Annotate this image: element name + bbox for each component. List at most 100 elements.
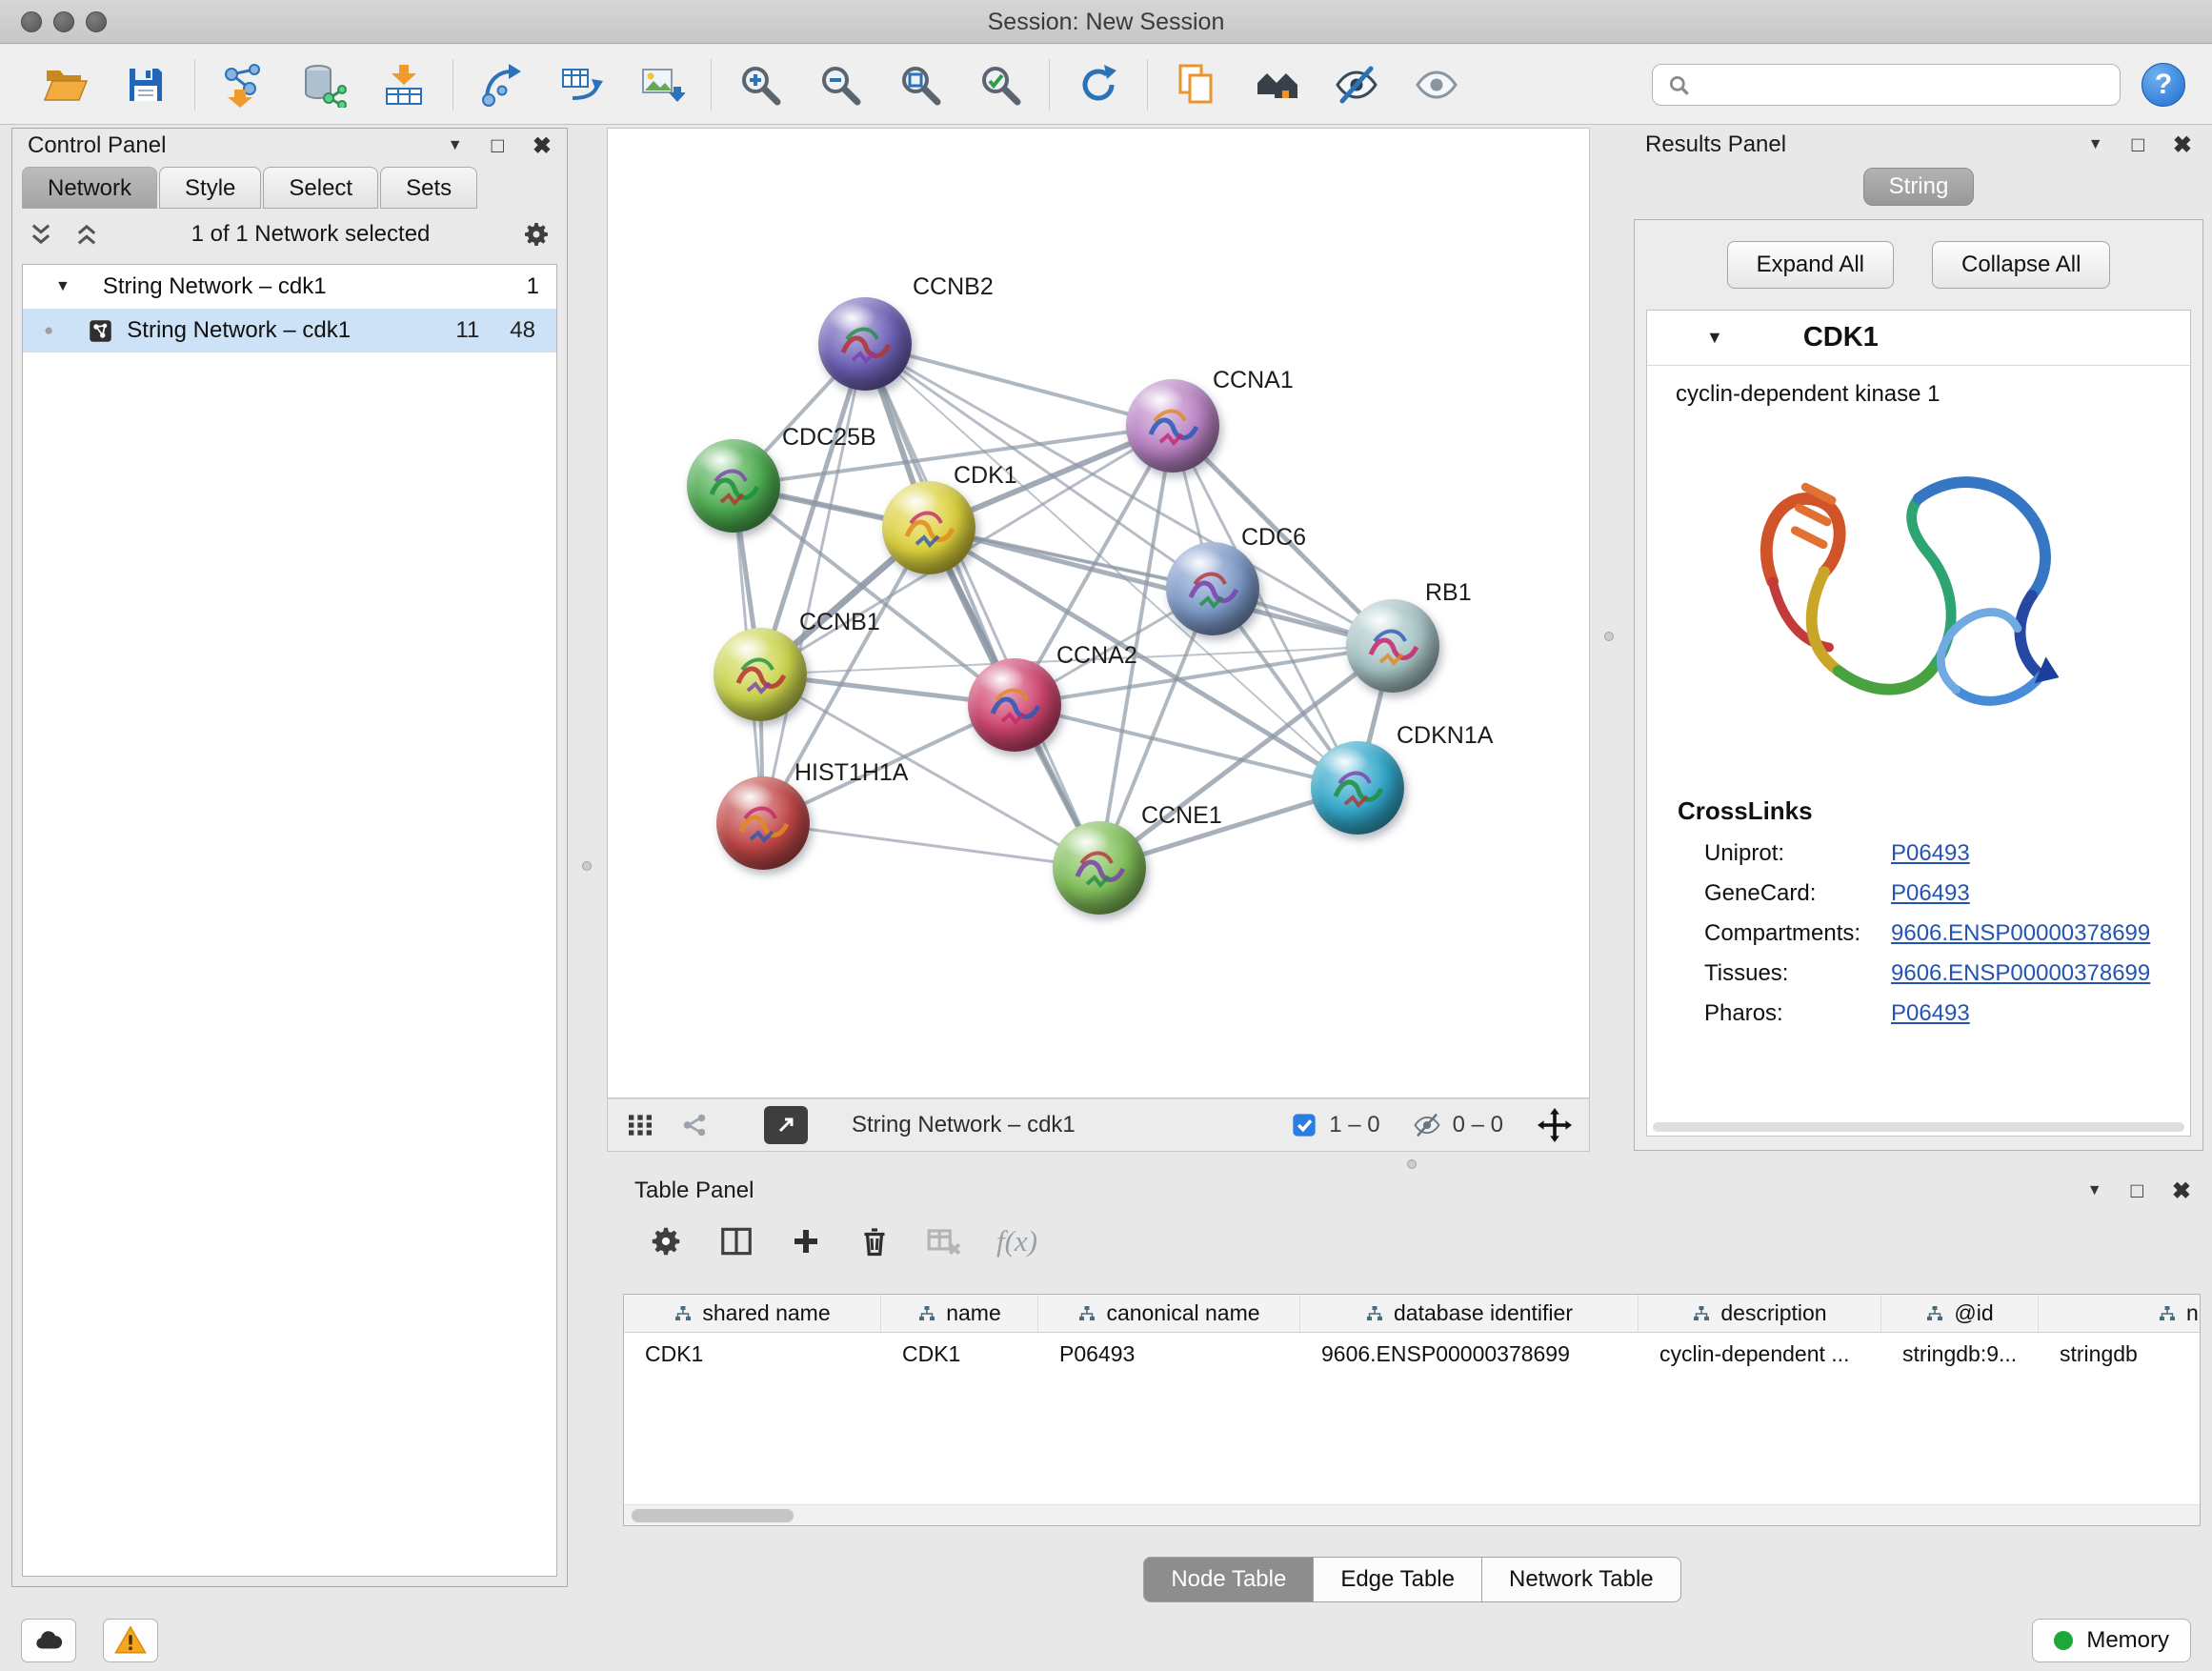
import-network-database-button[interactable] bbox=[298, 59, 350, 111]
panel-collapse-icon[interactable]: ▼ bbox=[2087, 1182, 2102, 1199]
tab-network-table[interactable]: Network Table bbox=[1481, 1557, 1681, 1602]
crosslink-value-link[interactable]: 9606.ENSP00000378699 bbox=[1891, 920, 2150, 947]
vertical-splitter-handle[interactable] bbox=[1604, 632, 1614, 641]
column-header-database-identifier[interactable]: database identifier bbox=[1300, 1295, 1639, 1332]
network-collection-label: String Network – cdk1 bbox=[103, 273, 327, 300]
cloud-status-button[interactable] bbox=[21, 1619, 76, 1662]
panel-collapse-icon[interactable]: ▼ bbox=[448, 137, 463, 154]
function-builder-button[interactable]: f(x) bbox=[996, 1224, 1037, 1258]
zoom-fit-button[interactable] bbox=[895, 59, 946, 111]
network-node-rb1[interactable] bbox=[1346, 599, 1439, 693]
node-label-cdk1: CDK1 bbox=[954, 462, 1017, 490]
zoom-selected-button[interactable] bbox=[975, 59, 1026, 111]
entry-scrollbar[interactable] bbox=[1653, 1122, 2184, 1132]
panel-close-icon[interactable]: ✖ bbox=[2172, 1178, 2191, 1205]
node-label-ccna1: CCNA1 bbox=[1213, 367, 1294, 394]
collapse-all-icon[interactable] bbox=[28, 221, 54, 248]
panel-close-icon[interactable]: ✖ bbox=[533, 132, 552, 160]
column-header-shared-name[interactable]: shared name bbox=[624, 1295, 881, 1332]
tree-expand-icon[interactable]: ▼ bbox=[55, 278, 70, 295]
hide-graphics-button[interactable] bbox=[1331, 59, 1382, 111]
tab-style[interactable]: Style bbox=[159, 167, 261, 209]
zoom-out-button[interactable] bbox=[814, 59, 866, 111]
window-minimize-button[interactable] bbox=[53, 11, 74, 32]
tab-edge-table[interactable]: Edge Table bbox=[1313, 1557, 1482, 1602]
network-node-cdk1[interactable] bbox=[882, 481, 975, 574]
import-table-button[interactable] bbox=[378, 59, 430, 111]
open-session-button[interactable] bbox=[40, 59, 91, 111]
table-hscrollbar[interactable] bbox=[624, 1504, 2200, 1525]
crosslink-value-link[interactable]: P06493 bbox=[1891, 1000, 1970, 1027]
tab-node-table[interactable]: Node Table bbox=[1143, 1557, 1314, 1602]
crosslink-value-link[interactable]: P06493 bbox=[1891, 840, 1970, 867]
column-header--id[interactable]: @id bbox=[1881, 1295, 2039, 1332]
column-header-description[interactable]: description bbox=[1639, 1295, 1881, 1332]
network-canvas[interactable]: CCNB2CCNA1CDC25BCDK1CDC6RB1CCNB1CCNA2CDK… bbox=[607, 128, 1590, 1098]
create-column-button[interactable] bbox=[789, 1224, 823, 1258]
horizontal-splitter-handle[interactable] bbox=[1407, 1159, 1417, 1169]
window-titlebar: Session: New Session bbox=[0, 0, 2212, 44]
expand-all-icon[interactable] bbox=[73, 221, 100, 248]
search-input[interactable] bbox=[1652, 64, 2121, 106]
expand-all-button[interactable]: Expand All bbox=[1727, 241, 1894, 289]
network-node-ccna1[interactable] bbox=[1126, 379, 1219, 473]
node-table: shared namenamecanonical namedatabase id… bbox=[623, 1294, 2201, 1526]
window-zoom-button[interactable] bbox=[86, 11, 107, 32]
table-hscrollbar-thumb[interactable] bbox=[632, 1509, 794, 1522]
export-image-button[interactable] bbox=[636, 59, 688, 111]
panel-float-icon[interactable]: □ bbox=[2132, 132, 2144, 157]
delete-table-button[interactable] bbox=[926, 1223, 962, 1259]
tab-network[interactable]: Network bbox=[22, 167, 157, 209]
network-node-cdc6[interactable] bbox=[1166, 542, 1259, 635]
save-session-button[interactable] bbox=[120, 59, 171, 111]
annotation-mode-button[interactable] bbox=[764, 1106, 808, 1144]
help-button[interactable]: ? bbox=[2142, 63, 2185, 107]
control-panel: Control Panel ▼ □ ✖ Network Style Select… bbox=[11, 128, 568, 1587]
column-header-namespace[interactable]: namespace bbox=[2039, 1295, 2201, 1332]
table-row[interactable]: CDK1CDK1P064939606.ENSP00000378699cyclin… bbox=[624, 1333, 2200, 1375]
zoom-in-button[interactable] bbox=[734, 59, 786, 111]
pan-tool-button[interactable] bbox=[1538, 1108, 1572, 1142]
network-overview-button[interactable] bbox=[680, 1111, 709, 1139]
panel-float-icon[interactable]: □ bbox=[2131, 1178, 2143, 1203]
hidden-counts: 0 – 0 bbox=[1413, 1111, 1503, 1139]
warnings-button[interactable] bbox=[103, 1619, 158, 1662]
new-table-button[interactable] bbox=[556, 59, 608, 111]
tab-sets[interactable]: Sets bbox=[380, 167, 477, 209]
network-collection-row[interactable]: ▼ String Network – cdk1 1 bbox=[23, 265, 556, 309]
import-network-file-button[interactable] bbox=[218, 59, 270, 111]
network-home-button[interactable] bbox=[1251, 59, 1302, 111]
new-network-selection-button[interactable] bbox=[476, 59, 528, 111]
network-node-cdc25b[interactable] bbox=[687, 439, 780, 533]
network-node-cdkn1a[interactable] bbox=[1311, 741, 1404, 835]
tab-select[interactable]: Select bbox=[263, 167, 378, 209]
crosslink-value-link[interactable]: P06493 bbox=[1891, 880, 1970, 907]
network-row[interactable]: ● String Network – cdk1 11 48 bbox=[23, 309, 556, 352]
memory-button[interactable]: Memory bbox=[2032, 1619, 2191, 1662]
network-node-ccnb2[interactable] bbox=[818, 297, 912, 391]
gear-icon[interactable] bbox=[521, 219, 552, 250]
panel-float-icon[interactable]: □ bbox=[492, 133, 504, 158]
tab-string[interactable]: String bbox=[1863, 168, 1974, 206]
panel-close-icon[interactable]: ✖ bbox=[2173, 131, 2192, 159]
show-graphics-button[interactable] bbox=[1411, 59, 1462, 111]
collapse-all-button[interactable]: Collapse All bbox=[1932, 241, 2110, 289]
results-panel: Results Panel ▼ □ ✖ String Expand All Co… bbox=[1630, 128, 2207, 1151]
show-columns-button[interactable] bbox=[718, 1223, 754, 1259]
crosslink-value-link[interactable]: 9606.ENSP00000378699 bbox=[1891, 960, 2150, 987]
network-node-ccne1[interactable] bbox=[1053, 821, 1146, 915]
network-node-ccna2[interactable] bbox=[968, 658, 1061, 752]
vertical-splitter-handle[interactable] bbox=[582, 861, 592, 871]
network-node-hist1h1a[interactable] bbox=[716, 776, 810, 870]
apply-layout-button[interactable] bbox=[1073, 59, 1124, 111]
copy-button[interactable] bbox=[1171, 59, 1222, 111]
panel-collapse-icon[interactable]: ▼ bbox=[2088, 136, 2103, 153]
entry-collapse-icon[interactable]: ▼ bbox=[1706, 328, 1723, 348]
delete-column-button[interactable] bbox=[857, 1224, 892, 1258]
column-header-name[interactable]: name bbox=[881, 1295, 1038, 1332]
window-close-button[interactable] bbox=[21, 11, 42, 32]
birdseye-view-button[interactable] bbox=[625, 1110, 655, 1140]
table-options-button[interactable] bbox=[648, 1223, 684, 1259]
network-node-ccnb1[interactable] bbox=[714, 628, 807, 721]
column-header-canonical-name[interactable]: canonical name bbox=[1038, 1295, 1300, 1332]
